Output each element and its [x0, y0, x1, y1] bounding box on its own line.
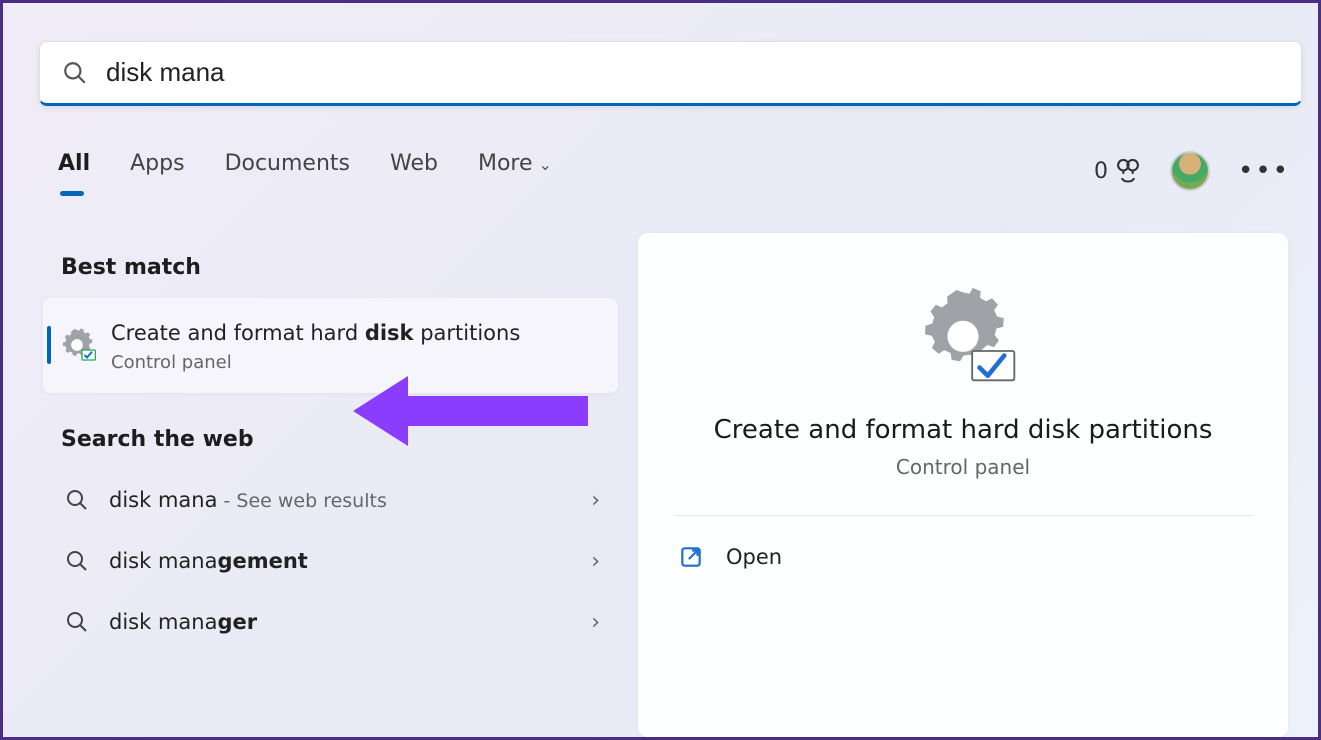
search-icon	[65, 549, 89, 573]
chevron-down-icon: ⌄	[539, 155, 552, 174]
web-result-1[interactable]: disk management ›	[43, 531, 618, 592]
open-action[interactable]: Open	[668, 516, 1258, 598]
tab-apps[interactable]: Apps	[130, 151, 184, 194]
detail-panel: Create and format hard disk partitions C…	[638, 233, 1288, 737]
chevron-right-icon: ›	[591, 610, 600, 635]
tab-more[interactable]: More⌄	[478, 151, 552, 194]
section-best-match: Best match	[61, 255, 618, 280]
web-result-text: disk management	[109, 549, 571, 573]
web-result-2[interactable]: disk manager ›	[43, 592, 618, 653]
chevron-right-icon: ›	[591, 549, 600, 574]
best-match-title: Create and format hard disk partitions	[111, 318, 520, 350]
web-result-text: disk mana - See web results	[109, 488, 571, 512]
control-panel-gear-icon	[908, 285, 1018, 395]
tab-documents[interactable]: Documents	[225, 151, 350, 194]
best-match-subtitle: Control panel	[111, 352, 520, 373]
avatar[interactable]	[1170, 151, 1210, 191]
chevron-right-icon: ›	[591, 488, 600, 513]
rewards-badge[interactable]: 0	[1094, 157, 1142, 185]
search-icon	[62, 60, 88, 86]
results-column: Best match Create and format hard disk p…	[43, 243, 618, 653]
web-result-0[interactable]: disk mana - See web results ›	[43, 470, 618, 531]
search-bar[interactable]	[39, 41, 1302, 106]
open-external-icon	[678, 544, 704, 570]
control-panel-gear-icon	[57, 325, 97, 365]
more-options-button[interactable]: •••	[1238, 156, 1290, 186]
trophy-icon	[1114, 157, 1142, 185]
search-icon	[65, 610, 89, 634]
web-result-text: disk manager	[109, 610, 571, 634]
tab-all[interactable]: All	[58, 151, 90, 194]
header-right: 0 •••	[1094, 151, 1290, 191]
filter-tabs: All Apps Documents Web More⌄	[58, 151, 552, 194]
tab-web[interactable]: Web	[390, 151, 438, 194]
section-search-web: Search the web	[61, 427, 618, 452]
detail-title: Create and format hard disk partitions	[668, 415, 1258, 445]
search-input[interactable]	[106, 57, 1279, 88]
best-match-item[interactable]: Create and format hard disk partitions C…	[43, 298, 618, 393]
open-label: Open	[726, 545, 782, 569]
search-icon	[65, 488, 89, 512]
detail-subtitle: Control panel	[668, 455, 1258, 479]
